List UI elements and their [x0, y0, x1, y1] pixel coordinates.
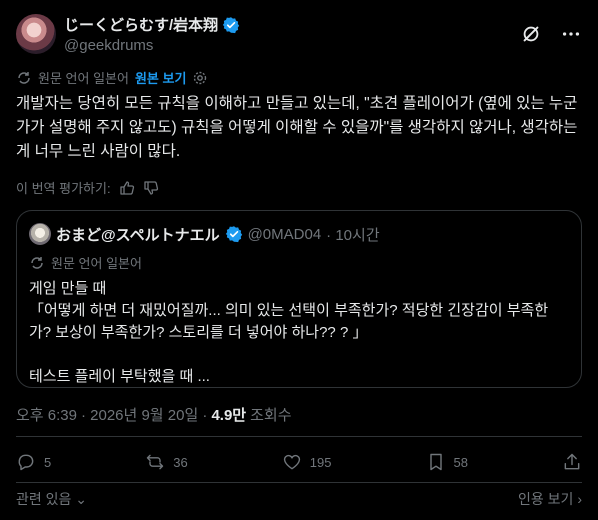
repost-icon [147, 454, 164, 470]
thumbs-up-icon[interactable] [119, 180, 135, 196]
post-date[interactable]: · 2026년 9월 20일 · [81, 404, 207, 425]
bookmark-count: 58 [453, 454, 468, 470]
post: じーくどらむす/岩本翔 @geekdrums 원문 언어 일본어 원본 보기 개… [0, 0, 598, 520]
quoted-author-avatar [29, 223, 51, 245]
views-label: 조회수 [250, 407, 292, 424]
post-meta: 오후 6:39 · 2026년 9월 20일 · 4.9만 조회수 [16, 404, 292, 425]
like-button[interactable]: 195 [282, 452, 332, 472]
quoted-post-card[interactable]: おまど@スペルトナエル @0MAD04 · 10시간 원문 언어 일본어 게임 … [16, 210, 582, 388]
quoted-verified-badge-icon [225, 226, 242, 243]
chevron-right-icon: › [573, 491, 582, 507]
post-header: じーくどらむす/岩本翔 @geekdrums [16, 12, 582, 56]
author-handle[interactable]: @geekdrums [64, 37, 240, 54]
quotes-label: 인용 보기 [518, 491, 574, 507]
translation-bar: 원문 언어 일본어 원본 보기 [16, 68, 208, 87]
like-count: 195 [309, 454, 332, 470]
post-footer: 관련 있음 ⌄ 인용 보기 › [16, 489, 582, 509]
display-name-row: じーくどらむす/岩本翔 [64, 14, 240, 35]
thumbs-down-icon[interactable] [143, 180, 159, 196]
heart-icon [283, 454, 300, 470]
views-count: 4.9만 [211, 407, 247, 424]
quoted-translation-bar: 원문 언어 일본어 [29, 253, 569, 272]
author-names: じーくどらむす/岩本翔 @geekdrums [64, 14, 240, 54]
header-actions [520, 23, 582, 45]
show-original-link[interactable]: 원본 보기 [135, 68, 186, 87]
divider-bottom [16, 482, 582, 483]
quoted-translation-label: 원문 언어 일본어 [51, 256, 142, 271]
quoted-post-text: 게임 만들 때 「어떻게 하면 더 재밌어질까... 의미 있는 선택이 부족한… [29, 280, 549, 385]
repost-button[interactable]: 36 [145, 452, 188, 472]
translate-icon [18, 71, 30, 84]
translation-source-label: 원문 언어 일본어 [38, 71, 129, 86]
reply-button[interactable]: 5 [16, 452, 51, 472]
related-link[interactable]: 관련 있음 ⌄ [16, 489, 87, 509]
share-button[interactable] [562, 452, 582, 472]
more-options-icon[interactable] [560, 23, 582, 45]
author-display-name[interactable]: じーくどらむす/岩本翔 [64, 14, 218, 35]
post-text: 개발자는 당연히 모든 규칙을 이해하고 만들고 있는데, "초견 플레이어가 … [16, 95, 578, 160]
quoted-author-handle: @0MAD04 [247, 225, 322, 243]
quoted-translate-icon [31, 256, 43, 269]
quoted-author-name: おまど@スペルトナエル [56, 226, 220, 244]
post-time[interactable]: 오후 6:39 [16, 404, 77, 425]
reply-icon [18, 454, 34, 471]
grok-icon[interactable] [520, 23, 542, 45]
related-label: 관련 있음 [16, 491, 72, 507]
action-bar: 5 36 195 58 [16, 452, 582, 472]
divider-top [16, 436, 582, 437]
bookmark-button[interactable]: 58 [426, 452, 468, 472]
settings-gear-icon[interactable] [192, 70, 208, 86]
quoted-post-time: · 10시간 [326, 226, 380, 244]
author-avatar[interactable] [16, 14, 56, 54]
rate-translation-label: 이 번역 평가하기: [16, 181, 111, 196]
bookmark-icon [429, 453, 442, 471]
share-icon [564, 453, 580, 470]
quoted-post-header: おまど@スペルトナエル @0MAD04 · 10시간 [29, 223, 569, 245]
quotes-link[interactable]: 인용 보기 › [518, 489, 582, 509]
rate-translation-row: 이 번역 평가하기: [16, 178, 159, 197]
repost-count: 36 [173, 454, 188, 470]
reply-count: 5 [44, 454, 52, 470]
verified-badge-icon [222, 16, 240, 33]
chevron-down-icon: ⌄ [71, 491, 88, 507]
